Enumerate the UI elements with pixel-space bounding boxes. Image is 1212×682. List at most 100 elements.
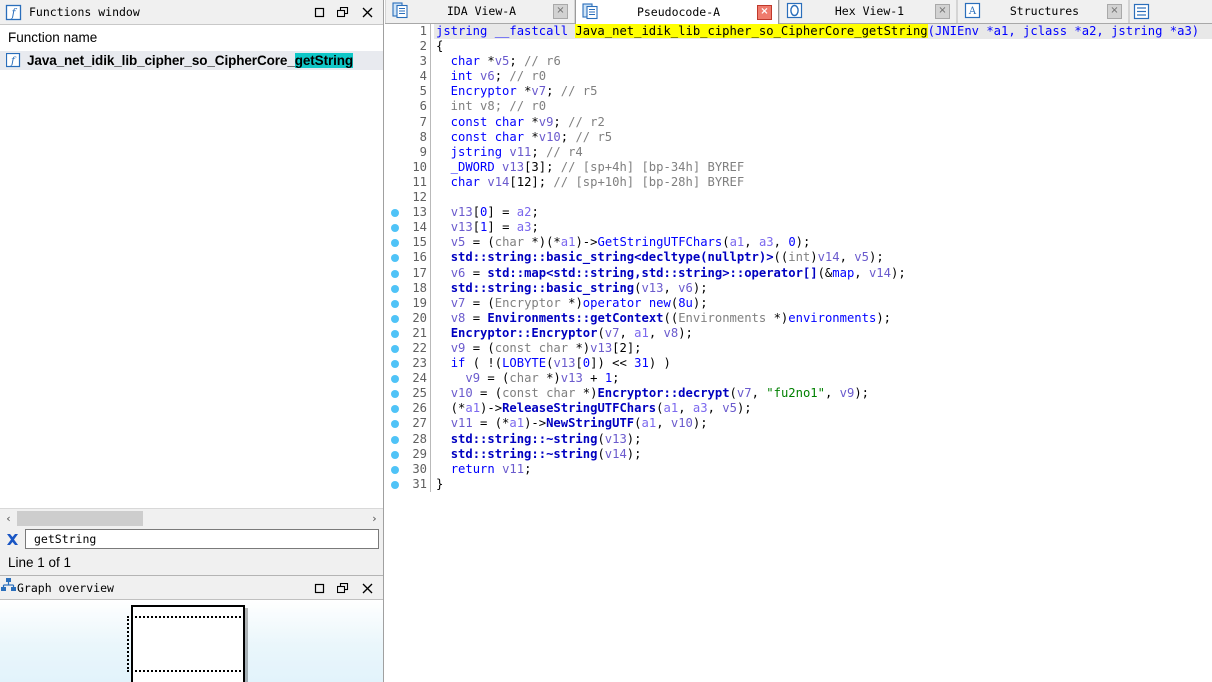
view-tabbar[interactable]: IDA View-A × Pseudocode-A × Hex View-1 × A Stru… — [385, 0, 1212, 24]
code-line[interactable]: 24 v9 = (char *)v13 + 1; — [385, 371, 1212, 387]
code-text[interactable]: v13[1] = a3; — [434, 220, 1212, 235]
code-line[interactable]: 9 jstring v11; // r4 — [385, 144, 1212, 160]
code-line[interactable]: 27 v11 = (*a1)->NewStringUTF(a1, v10); — [385, 416, 1212, 432]
function-filter-field[interactable] — [25, 529, 379, 549]
close-icon[interactable] — [355, 2, 379, 24]
breakpoint-dot-icon[interactable] — [391, 299, 399, 308]
code-line[interactable]: 5 Encryptor *v7; // r5 — [385, 84, 1212, 100]
functions-list[interactable]: f Java_net_idik_lib_cipher_so_CipherCore… — [0, 51, 383, 508]
code-line[interactable]: 15 v5 = (char *)(*a1)->GetStringUTFChars… — [385, 235, 1212, 251]
breakpoint-dot-icon[interactable] — [391, 480, 399, 489]
functions-list-hscrollbar[interactable]: ‹ › — [0, 508, 383, 527]
tab-ida-view-a[interactable]: IDA View-A × — [385, 0, 575, 23]
code-line[interactable]: 20 v8 = Environments::getContext((Enviro… — [385, 310, 1212, 326]
tab-pseudocode-a[interactable]: Pseudocode-A × — [575, 0, 779, 24]
breakpoint-dot-icon[interactable] — [391, 209, 399, 218]
code-text[interactable]: std::string::~string(v14); — [434, 447, 1212, 462]
code-line[interactable]: 17 v6 = std::map<std::string,std::string… — [385, 265, 1212, 281]
breakpoint-dot-icon[interactable] — [391, 284, 399, 293]
code-line[interactable]: 7 const char *v9; // r2 — [385, 114, 1212, 130]
code-line[interactable]: 8 const char *v10; // r5 — [385, 129, 1212, 145]
code-line[interactable]: 30 return v11; — [385, 461, 1212, 477]
code-line[interactable]: 22 v9 = (const char *)v13[2]; — [385, 340, 1212, 357]
code-line[interactable]: 19 v7 = (Encryptor *)operator new(8u); — [385, 295, 1212, 311]
code-text[interactable]: int v6; // r0 — [434, 69, 1212, 84]
code-line[interactable]: 6 int v8; // r0 — [385, 99, 1212, 115]
code-text[interactable]: std::string::basic_string(v13, v6); — [434, 281, 1212, 296]
code-text[interactable]: Encryptor::Encryptor(v7, a1, v8); — [434, 326, 1212, 341]
code-line[interactable]: 31} — [385, 476, 1212, 492]
code-line[interactable]: 10 _DWORD v13[3]; // [sp+4h] [bp-34h] BY… — [385, 159, 1212, 175]
code-text[interactable]: _DWORD v13[3]; // [sp+4h] [bp-34h] BYREF — [434, 160, 1212, 175]
scroll-left-icon[interactable]: ‹ — [0, 510, 17, 527]
breakpoint-dot-icon[interactable] — [391, 450, 399, 459]
maximize-icon[interactable] — [307, 2, 331, 24]
code-text[interactable]: (*a1)->ReleaseStringUTFChars(a1, a3, v5)… — [434, 401, 1212, 416]
code-line[interactable]: 16 std::string::basic_string<decltype(nu… — [385, 250, 1212, 266]
code-line[interactable]: 26 (*a1)->ReleaseStringUTFChars(a1, a3, … — [385, 401, 1212, 417]
list-item[interactable]: f Java_net_idik_lib_cipher_so_CipherCore… — [0, 51, 383, 70]
search-input[interactable] — [32, 531, 378, 547]
code-line[interactable]: 13 v13[0] = a2; — [385, 205, 1212, 221]
breakpoint-dot-icon[interactable] — [391, 329, 399, 338]
code-text[interactable]: char *v5; // r6 — [434, 54, 1212, 69]
code-text[interactable]: v9 = (const char *)v13[2]; — [434, 341, 1212, 356]
tab-hex-view-1[interactable]: Hex View-1 × — [779, 0, 957, 23]
tab-close-icon[interactable]: × — [935, 3, 950, 19]
code-line[interactable]: 1 jstring __fastcall Java_net_idik_lib_ci… — [385, 24, 1212, 40]
hscrollbar-track[interactable] — [17, 509, 366, 527]
code-line[interactable]: 23 if ( !(LOBYTE(v13[0]) << 31) ) — [385, 356, 1212, 372]
enums-icon[interactable] — [1129, 0, 1153, 23]
code-text[interactable]: if ( !(LOBYTE(v13[0]) << 31) ) — [434, 356, 1212, 371]
breakpoint-dot-icon[interactable] — [391, 435, 399, 444]
tab-close-icon[interactable]: × — [1107, 3, 1122, 19]
code-line[interactable]: 2{ — [385, 39, 1212, 55]
scroll-right-icon[interactable]: › — [366, 510, 383, 527]
breakpoint-dot-icon[interactable] — [391, 360, 399, 369]
hscrollbar-thumb[interactable] — [17, 510, 143, 526]
pseudocode-view[interactable]: 1 jstring __fastcall Java_net_idik_lib_ci… — [385, 24, 1212, 682]
code-text[interactable]: std::string::~string(v13); — [434, 432, 1212, 447]
close-icon[interactable] — [355, 578, 379, 600]
code-text[interactable]: v8 = Environments::getContext((Environme… — [434, 311, 1212, 326]
code-text[interactable]: v11 = (*a1)->NewStringUTF(a1, v10); — [434, 416, 1212, 431]
breakpoint-dot-icon[interactable] — [391, 239, 399, 248]
breakpoint-dot-icon[interactable] — [391, 375, 399, 384]
breakpoint-dot-icon[interactable] — [391, 405, 399, 414]
code-text[interactable]: v9 = (char *)v13 + 1; — [434, 371, 1212, 386]
tab-close-icon[interactable]: × — [757, 4, 772, 20]
function-name-column-header[interactable]: Function name — [0, 25, 383, 51]
code-line[interactable]: 18 std::string::basic_string(v13, v6); — [385, 280, 1212, 296]
breakpoint-dot-icon[interactable] — [391, 420, 399, 429]
code-text[interactable]: v7 = (Encryptor *)operator new(8u); — [434, 296, 1212, 311]
breakpoint-dot-icon[interactable] — [391, 390, 399, 399]
restore-icon[interactable] — [331, 2, 355, 24]
code-text[interactable]: std::string::basic_string<decltype(nullp… — [434, 250, 1212, 265]
code-line[interactable]: 29 std::string::~string(v14); — [385, 446, 1212, 462]
breakpoint-dot-icon[interactable] — [391, 314, 399, 323]
graph-viewport-rect[interactable] — [127, 616, 245, 672]
breakpoint-dot-icon[interactable] — [391, 224, 399, 233]
maximize-icon[interactable] — [307, 578, 331, 600]
breakpoint-dot-icon[interactable] — [391, 254, 399, 263]
code-text[interactable]: } — [434, 477, 1212, 492]
code-text[interactable]: Encryptor *v7; // r5 — [434, 84, 1212, 99]
code-text[interactable]: jstring v11; // r4 — [434, 145, 1212, 160]
code-line[interactable]: 4 int v6; // r0 — [385, 69, 1212, 85]
code-text[interactable]: int v8; // r0 — [434, 99, 1212, 114]
code-text[interactable]: v5 = (char *)(*a1)->GetStringUTFChars(a1… — [434, 235, 1212, 250]
code-text[interactable]: const char *v10; // r5 — [434, 130, 1212, 145]
tab-close-icon[interactable]: × — [553, 3, 568, 19]
code-line[interactable]: 11 char v14[12]; // [sp+10h] [bp-28h] BY… — [385, 174, 1212, 191]
code-line[interactable]: 3 char *v5; // r6 — [385, 54, 1212, 70]
code-text[interactable]: { — [434, 39, 1212, 54]
code-text[interactable]: v13[0] = a2; — [434, 205, 1212, 220]
restore-icon[interactable] — [331, 578, 355, 600]
code-line[interactable]: 28 std::string::~string(v13); — [385, 431, 1212, 447]
graph-overview-canvas[interactable] — [0, 600, 383, 682]
code-text[interactable]: char v14[12]; // [sp+10h] [bp-28h] BYREF — [434, 175, 1212, 190]
breakpoint-dot-icon[interactable] — [391, 465, 399, 474]
code-text[interactable]: const char *v9; // r2 — [434, 115, 1212, 130]
code-line[interactable]: 25 v10 = (const char *)Encryptor::decryp… — [385, 386, 1212, 402]
code-line[interactable]: 12 — [385, 190, 1212, 206]
